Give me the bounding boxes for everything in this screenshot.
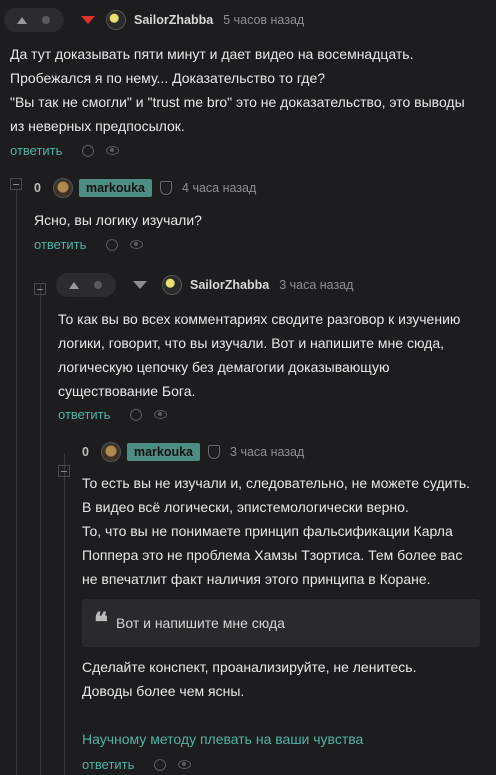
thread-line[interactable] [16,190,17,775]
comment-time[interactable]: 3 часа назад [230,445,304,459]
eye-icon[interactable] [154,410,168,419]
comment-score: 0 [82,445,89,459]
avatar[interactable] [52,178,73,198]
vote-neutral [86,273,110,297]
comment-4-actions: ответить [82,757,192,772]
comment-text: Ясно, вы логику изучали? [34,212,202,228]
reply-button[interactable]: ответить [82,757,134,772]
vote-neutral [34,8,58,32]
ban-icon[interactable] [106,238,119,251]
eye-icon[interactable] [106,146,120,155]
downvote-icon [133,281,147,289]
comment-text: Да тут доказывать пяти минут и дает виде… [10,46,465,134]
comment-3-actions: ответить [58,407,168,422]
comment-1-actions: ответить [10,143,120,158]
comment-text: То как вы во всех комментариях сводите р… [58,311,461,399]
upvote-button[interactable] [62,273,86,297]
collapse-icon[interactable] [10,178,22,190]
comment-time[interactable]: 3 часа назад [279,278,353,292]
username-badge[interactable]: markouka [126,443,201,461]
downvote-icon [81,16,95,24]
comment-2-actions: ответить [34,237,144,252]
eye-icon[interactable] [130,240,144,249]
avatar[interactable] [162,275,182,295]
ban-icon[interactable] [130,408,143,421]
comment-score: 0 [34,181,41,195]
collapse-icon[interactable] [58,465,70,477]
quote-icon: ❝ [94,608,108,638]
ban-icon[interactable] [82,144,95,157]
downvote-button[interactable] [76,8,100,32]
shield-icon [208,445,221,459]
quote-text: Вот и напишите мне сюда [116,615,285,631]
comment-time[interactable]: 4 часа назад [182,181,256,195]
vote-pill [56,273,116,297]
comment-1-header: SailorZhabba 5 часов назад [4,8,304,32]
upvote-icon [17,16,27,24]
avatar[interactable] [106,10,126,30]
comment-2-header: 0 markouka 4 часа назад [34,178,256,198]
upvote-button[interactable] [10,8,34,32]
comment-link[interactable]: Научному методу плевать на ваши чувства [82,731,363,747]
thread-line[interactable] [40,283,41,775]
eye-icon[interactable] [178,760,192,769]
reply-button[interactable]: ответить [34,237,86,252]
avatar[interactable] [100,442,121,462]
reply-button[interactable]: ответить [10,143,62,158]
comment-text: То есть вы не изучали и, следовательно, … [82,475,471,587]
comment-text-2: Сделайте конспект, проанализируйте, не л… [82,659,417,699]
reply-button[interactable]: ответить [58,407,110,422]
thread-line[interactable] [64,453,65,775]
upvote-icon [69,281,79,289]
quote-block: ❝ Вот и напишите мне сюда [82,599,480,647]
downvote-button[interactable] [128,273,152,297]
comment-3-header: SailorZhabba 3 часа назад [56,273,353,297]
comment-time[interactable]: 5 часов назад [223,13,304,27]
collapse-icon[interactable] [34,283,46,295]
ban-icon[interactable] [154,758,167,771]
username[interactable]: SailorZhabba [190,278,269,292]
vote-pill [4,8,64,32]
shield-icon [160,181,173,195]
username[interactable]: SailorZhabba [134,13,213,27]
comment-4-header: 0 markouka 3 часа назад [82,442,304,462]
username-badge[interactable]: markouka [78,179,153,197]
